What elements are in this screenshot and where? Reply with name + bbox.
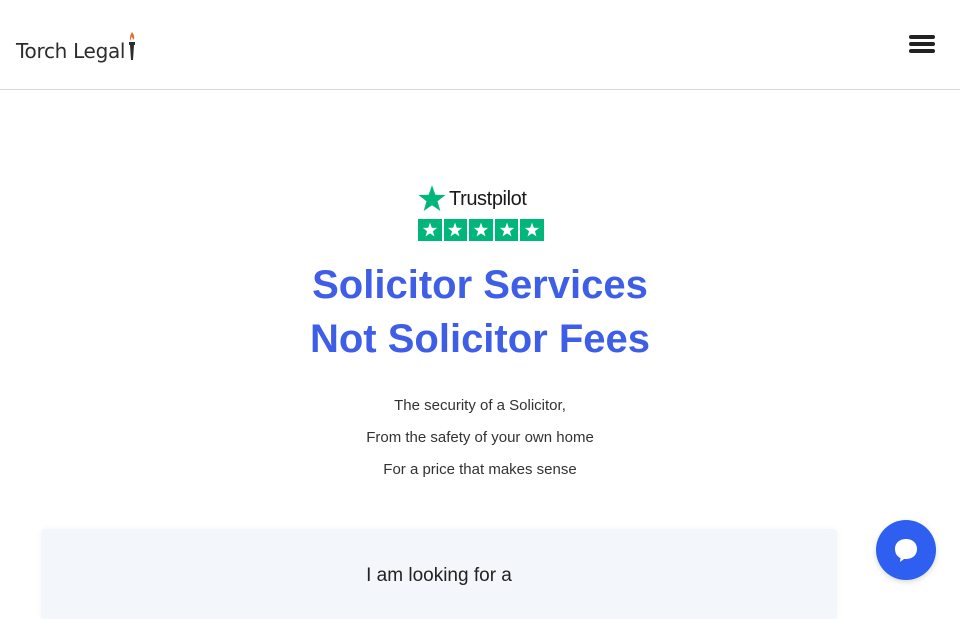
- headline-line-2: Not Solicitor Fees: [309, 317, 651, 361]
- hamburger-bar: [909, 49, 935, 53]
- logo-text: Torch Legal: [16, 39, 126, 63]
- trustpilot-rating-star: [494, 219, 519, 241]
- trustpilot-stars: [418, 219, 544, 241]
- trustpilot-brand-text: Trustpilot: [449, 187, 527, 210]
- torch-legal-logo[interactable]: Torch Legal: [16, 31, 137, 65]
- hamburger-menu-icon: [909, 35, 935, 39]
- hero-headline: Solicitor Services Not Solicitor Fees: [0, 258, 960, 366]
- subtext-line: The security of a Solicitor,: [394, 397, 566, 414]
- menu-button[interactable]: [902, 30, 942, 60]
- subtext-line: For a price that makes sense: [383, 461, 577, 478]
- trustpilot-rating-star: [520, 219, 544, 241]
- trustpilot-rating[interactable]: Trustpilot: [417, 184, 545, 242]
- trustpilot-rating-star: [443, 219, 468, 241]
- hero-subtext: The security of a Solicitor, From the sa…: [0, 390, 960, 486]
- site-header: Torch Legal: [0, 0, 960, 90]
- trustpilot-rating-star: [418, 219, 442, 241]
- trustpilot-brand: Trustpilot: [417, 184, 527, 214]
- chat-bubble-icon: [895, 539, 917, 562]
- subtext-line: From the safety of your own home: [366, 429, 594, 446]
- torch-icon: [129, 32, 136, 60]
- chat-button[interactable]: [876, 520, 936, 580]
- service-selector-label: I am looking for a: [366, 565, 512, 586]
- service-selector-card: I am looking for a: [41, 529, 837, 619]
- trustpilot-star-icon: [418, 185, 446, 211]
- trustpilot-rating-star: [469, 219, 493, 241]
- hamburger-bar: [909, 42, 935, 46]
- headline-line-1: Solicitor Services: [312, 263, 648, 307]
